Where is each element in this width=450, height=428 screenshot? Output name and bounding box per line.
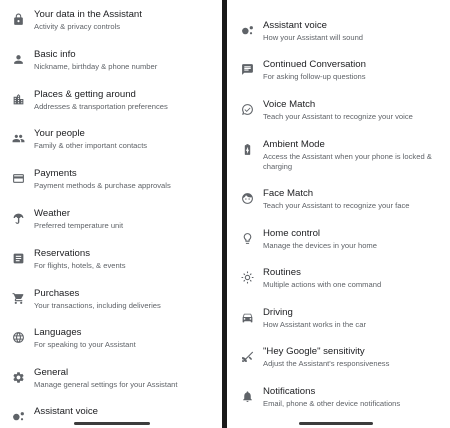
- settings-item-subtitle: For speaking to your Assistant: [34, 340, 136, 349]
- settings-item-subtitle: Preferred temperature unit: [34, 221, 124, 230]
- settings-item-subtitle: Teach your Assistant to recognize your v…: [263, 112, 413, 121]
- settings-item-subtitle: How Assistant works in the car: [263, 320, 366, 329]
- settings-item-title: Weather: [34, 208, 71, 219]
- people-icon: [11, 131, 25, 145]
- chat-icon: [240, 62, 254, 76]
- right-settings-panel: Assistant voice How your Assistant will …: [227, 0, 450, 428]
- settings-item-subtitle: Multiple actions with one command: [263, 280, 382, 289]
- settings-item-title: Payments: [34, 168, 77, 179]
- settings-item-payments[interactable]: Payments Payment methods & purchase appr…: [0, 168, 222, 191]
- settings-item-voice-match[interactable]: Voice Match Teach your Assistant to reco…: [227, 99, 450, 122]
- credit-card-icon: [11, 171, 25, 185]
- weather-icon: [11, 211, 25, 225]
- settings-item-title: Your people: [34, 128, 85, 139]
- settings-item-your-data[interactable]: Your data in the Assistant Activity & pr…: [0, 9, 222, 32]
- settings-item-subtitle: How your Assistant will sound: [263, 33, 364, 42]
- lightbulb-icon: [240, 231, 254, 245]
- settings-item-subtitle: Payment methods & purchase approvals: [34, 181, 171, 190]
- settings-item-title: Routines: [263, 267, 301, 278]
- settings-item-assistant-voice[interactable]: Assistant voice: [0, 406, 222, 423]
- settings-item-subtitle: Adjust the Assistant's responsiveness: [263, 359, 390, 368]
- settings-item-title: Languages: [34, 327, 82, 338]
- settings-item-notifications[interactable]: Notifications Email, phone & other devic…: [227, 386, 450, 409]
- settings-item-title: Your data in the Assistant: [34, 9, 142, 20]
- settings-item-subtitle: Email, phone & other device notification…: [263, 399, 401, 408]
- settings-item-title: Notifications: [263, 386, 316, 397]
- settings-item-title: Assistant voice: [263, 20, 327, 31]
- settings-item-title: Purchases: [34, 288, 80, 299]
- settings-item-hey-google-sensitivity[interactable]: "Hey Google" sensitivity Adjust the Assi…: [227, 346, 450, 369]
- settings-item-basic-info[interactable]: Basic info Nickname, birthday & phone nu…: [0, 49, 222, 72]
- settings-item-general[interactable]: General Manage general settings for your…: [0, 367, 222, 390]
- settings-item-title: Assistant voice: [34, 406, 98, 417]
- assistant-voice-icon: [240, 23, 254, 37]
- settings-item-title: Ambient Mode: [263, 139, 325, 150]
- settings-item-title: Continued Conversation: [263, 59, 366, 70]
- settings-item-subtitle: For asking follow-up questions: [263, 72, 366, 81]
- settings-item-subtitle: Activity & privacy controls: [34, 22, 121, 31]
- settings-item-subtitle: For flights, hotels, & events: [34, 261, 126, 270]
- settings-item-subtitle: Your transactions, including deliveries: [34, 301, 161, 310]
- settings-item-home-control[interactable]: Home control Manage the devices in your …: [227, 228, 450, 251]
- left-settings-panel: Your data in the Assistant Activity & pr…: [0, 0, 222, 428]
- face-icon: [240, 191, 254, 205]
- settings-item-title: Reservations: [34, 248, 90, 259]
- settings-item-title: Driving: [263, 307, 293, 318]
- reservations-icon: [11, 251, 25, 265]
- car-icon: [240, 310, 254, 324]
- routines-icon: [240, 270, 254, 284]
- settings-item-places[interactable]: Places & getting around Addresses & tran…: [0, 89, 222, 112]
- bell-icon: [240, 389, 254, 403]
- settings-item-purchases[interactable]: Purchases Your transactions, including d…: [0, 288, 222, 311]
- sensitivity-icon: [240, 349, 254, 363]
- settings-item-ambient-mode[interactable]: Ambient Mode Access the Assistant when y…: [227, 139, 450, 172]
- globe-icon: [11, 330, 25, 344]
- settings-item-your-people[interactable]: Your people Family & other important con…: [0, 128, 222, 151]
- settings-item-face-match[interactable]: Face Match Teach your Assistant to recog…: [227, 188, 450, 211]
- settings-item-subtitle: Addresses & transportation preferences: [34, 102, 168, 111]
- settings-item-subtitle: Access the Assistant when your phone is …: [263, 152, 432, 171]
- settings-item-subtitle: Manage the devices in your home: [263, 241, 377, 250]
- settings-item-title: Home control: [263, 228, 321, 239]
- settings-item-title: Voice Match: [263, 99, 316, 110]
- settings-item-continued-conversation[interactable]: Continued Conversation For asking follow…: [227, 59, 450, 82]
- settings-item-assistant-voice[interactable]: Assistant voice How your Assistant will …: [227, 20, 450, 43]
- battery-charging-icon: [240, 142, 254, 156]
- voice-match-icon: [240, 102, 254, 116]
- places-icon: [11, 92, 25, 106]
- settings-item-title: Places & getting around: [34, 89, 136, 100]
- settings-item-routines[interactable]: Routines Multiple actions with one comma…: [227, 267, 450, 290]
- settings-item-driving[interactable]: Driving How Assistant works in the car: [227, 307, 450, 330]
- settings-item-title: Face Match: [263, 188, 314, 199]
- settings-item-title: Basic info: [34, 49, 76, 60]
- lock-icon: [11, 12, 25, 26]
- settings-item-weather[interactable]: Weather Preferred temperature unit: [0, 208, 222, 231]
- gesture-nav-handle[interactable]: [74, 422, 150, 425]
- settings-item-title: "Hey Google" sensitivity: [263, 346, 365, 357]
- gear-icon: [11, 370, 25, 384]
- settings-item-subtitle: Nickname, birthday & phone number: [34, 62, 158, 71]
- settings-item-subtitle: Manage general settings for your Assista…: [34, 380, 178, 389]
- settings-item-subtitle: Teach your Assistant to recognize your f…: [263, 201, 410, 210]
- settings-item-subtitle: Family & other important contacts: [34, 141, 148, 150]
- gesture-nav-handle[interactable]: [299, 422, 373, 425]
- settings-item-reservations[interactable]: Reservations For flights, hotels, & even…: [0, 248, 222, 271]
- assistant-voice-icon: [11, 409, 25, 423]
- person-icon: [11, 52, 25, 66]
- cart-icon: [11, 291, 25, 305]
- settings-item-title: General: [34, 367, 69, 378]
- settings-item-languages[interactable]: Languages For speaking to your Assistant: [0, 327, 222, 350]
